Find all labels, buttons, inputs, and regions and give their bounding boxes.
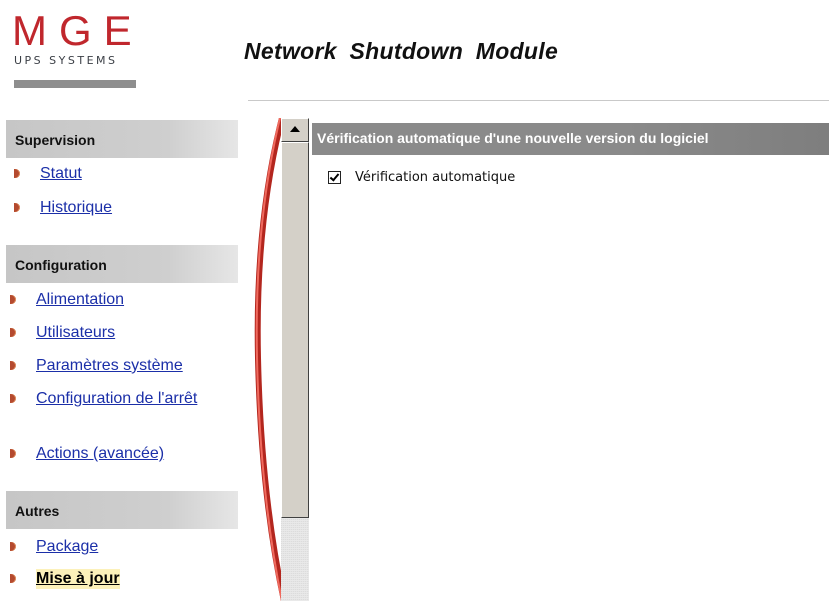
bullet-icon — [14, 169, 20, 178]
auto-check-label: Vérification automatique — [355, 170, 516, 185]
mge-logo: MGE UPS SYSTEMS — [12, 10, 142, 94]
nav-link-actions-avancee[interactable]: Actions (avancée) — [36, 444, 164, 464]
sidebar-nav: Supervision Statut Historique Configurat… — [0, 118, 240, 601]
nav-link-package[interactable]: Package — [36, 537, 98, 557]
section-header-supervision: Supervision — [6, 120, 238, 158]
scroll-up-button[interactable] — [281, 118, 309, 142]
nav-link-alimentation[interactable]: Alimentation — [36, 290, 124, 310]
bullet-icon — [10, 295, 16, 304]
content-section-title: Vérification automatique d'une nouvelle … — [317, 130, 709, 146]
header-divider — [248, 100, 829, 101]
sidebar-item-actions-avancee[interactable]: Actions (avancée) — [10, 444, 164, 464]
app-title: Network Shutdown Module — [244, 38, 559, 64]
decorative-red-curve — [254, 118, 286, 601]
logo-wordmark: MGE — [12, 7, 144, 54]
sidebar-item-mise-a-jour[interactable]: Mise à jour — [10, 569, 120, 589]
sidebar-item-statut[interactable]: Statut — [14, 164, 82, 184]
scrollbar-thumb[interactable] — [281, 142, 309, 518]
sidebar-item-utilisateurs[interactable]: Utilisateurs — [10, 323, 115, 343]
nav-link-parametres-systeme[interactable]: Paramètres système — [36, 356, 183, 376]
section-header-autres: Autres — [6, 491, 238, 529]
bullet-icon — [14, 203, 20, 212]
bullet-icon — [10, 449, 16, 458]
up-arrow-icon — [290, 126, 300, 132]
frame-scrollbar[interactable] — [281, 118, 309, 601]
sidebar-item-alimentation[interactable]: Alimentation — [10, 290, 124, 310]
bullet-icon — [10, 394, 16, 403]
bullet-icon — [10, 328, 16, 337]
section-title: Autres — [15, 503, 60, 519]
nav-link-statut[interactable]: Statut — [40, 164, 82, 184]
sidebar-item-configuration-arret[interactable]: Configuration de l'arrêt — [10, 389, 206, 409]
sidebar-item-historique[interactable]: Historique — [14, 198, 112, 218]
sidebar-item-package[interactable]: Package — [10, 537, 98, 557]
section-title: Configuration — [15, 257, 107, 273]
auto-check-checkbox[interactable] — [328, 171, 341, 184]
section-title: Supervision — [15, 132, 96, 148]
bullet-icon — [10, 361, 16, 370]
logo-bar — [14, 80, 136, 88]
bullet-icon — [10, 542, 16, 551]
section-header-configuration: Configuration — [6, 245, 238, 283]
sidebar-item-parametres-systeme[interactable]: Paramètres système — [10, 356, 183, 376]
nav-link-mise-a-jour[interactable]: Mise à jour — [36, 569, 120, 589]
nav-link-configuration-arret[interactable]: Configuration de l'arrêt — [36, 389, 206, 409]
nav-link-historique[interactable]: Historique — [40, 198, 112, 218]
content-section-header: Vérification automatique d'une nouvelle … — [312, 123, 829, 155]
nav-link-utilisateurs[interactable]: Utilisateurs — [36, 323, 115, 343]
bullet-icon — [10, 574, 16, 583]
logo-subtitle: UPS SYSTEMS — [14, 54, 118, 67]
auto-check-row[interactable]: Vérification automatique — [328, 170, 515, 185]
